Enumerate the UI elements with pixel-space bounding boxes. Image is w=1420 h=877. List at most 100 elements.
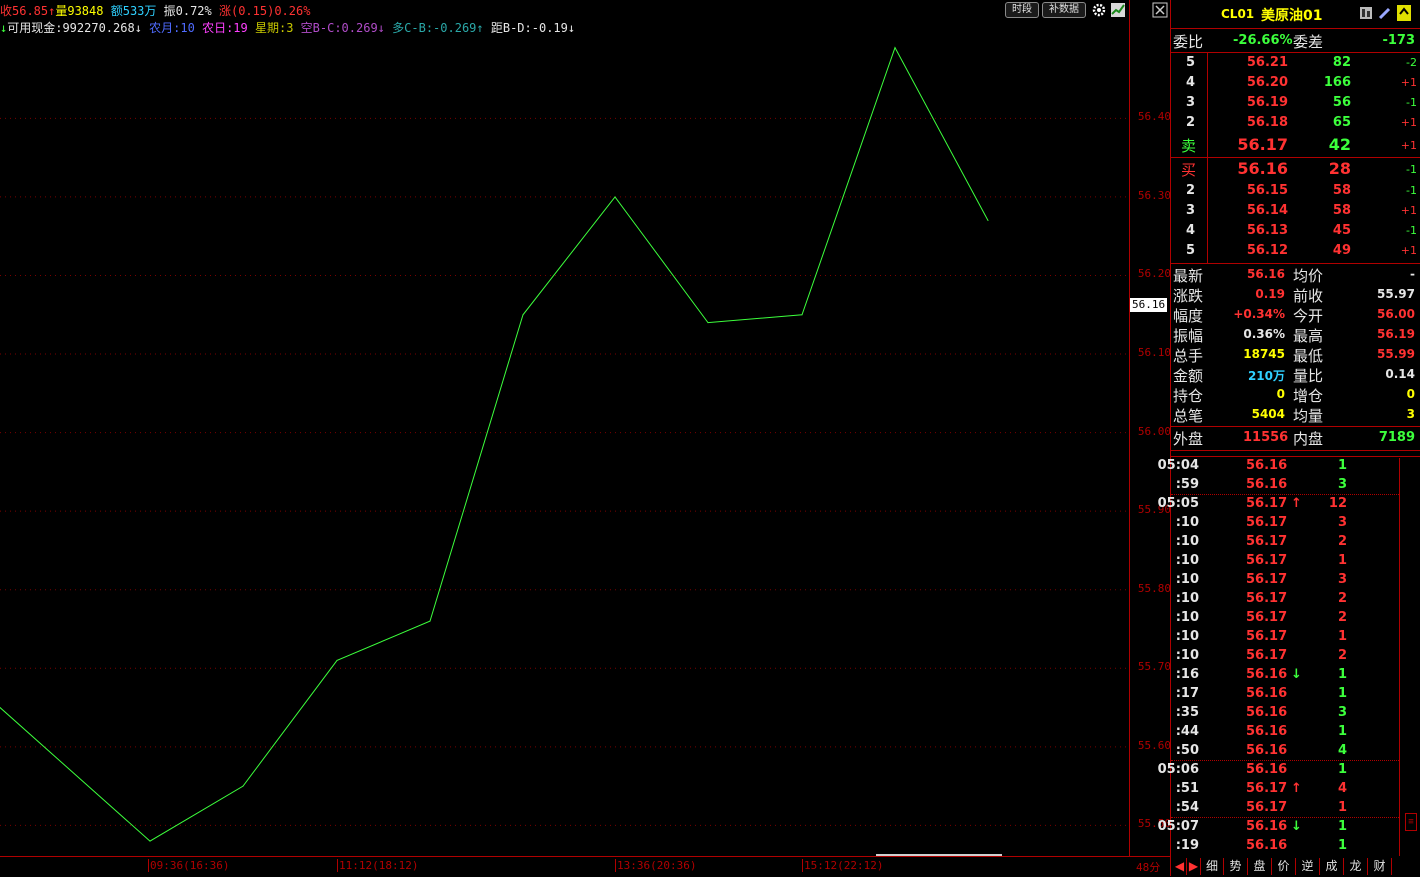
x-tick-label: 11:12(18:12) bbox=[337, 859, 419, 872]
panel-tab[interactable]: 势 bbox=[1224, 858, 1248, 875]
level-change: -2 bbox=[1406, 56, 1417, 69]
level-volume: 65 bbox=[1332, 115, 1351, 130]
level-change: -1 bbox=[1406, 184, 1417, 197]
inner-label: 内盘 bbox=[1293, 430, 1324, 448]
panel-tab[interactable]: 财 bbox=[1368, 858, 1392, 875]
tick-row[interactable]: :10 56.17 1 bbox=[1171, 552, 1399, 571]
tick-row[interactable]: 05:07 56.16 ↓ 1 bbox=[1158, 818, 1399, 837]
tick-volume: 2 bbox=[1337, 534, 1347, 549]
level-volume: 82 bbox=[1332, 55, 1351, 70]
stat-value: 55.97 bbox=[1377, 287, 1415, 301]
stat-value: - bbox=[1410, 267, 1415, 281]
tick-row[interactable]: :51 56.17 ↑ 4 bbox=[1171, 780, 1399, 799]
tick-volume: 2 bbox=[1337, 610, 1347, 625]
level-label: 卖 bbox=[1181, 137, 1197, 155]
stat-value: 18745 bbox=[1243, 347, 1285, 361]
order-level-row[interactable]: 卖 56.17 42 +1 bbox=[1171, 135, 1420, 155]
price-point bbox=[987, 219, 989, 221]
weibi-value: -26.66% bbox=[1233, 33, 1293, 48]
level-volume: 58 bbox=[1332, 183, 1351, 198]
x-tick-label: 13:36(20:36) bbox=[615, 859, 697, 872]
stat-row: 总笔 5404 均量 3 bbox=[1171, 405, 1420, 425]
tick-time: 05:07 bbox=[1157, 819, 1199, 834]
scroll-thumb[interactable]: ≡ bbox=[1405, 813, 1417, 831]
tick-row[interactable]: :59 56.16 3 bbox=[1171, 476, 1399, 495]
arrow-down-icon: ↓ bbox=[1291, 667, 1302, 682]
tick-time: 05:04 bbox=[1157, 458, 1199, 473]
order-level-row[interactable]: 3 56.14 58 +1 bbox=[1171, 201, 1420, 221]
intraday-chart[interactable]: 收56.85↑量93848 额533万 振0.72% 涨(0.15)0.26% … bbox=[0, 0, 1168, 856]
tick-time: :10 bbox=[1175, 534, 1199, 549]
stat-label: 量比 bbox=[1293, 367, 1324, 385]
grid-icon[interactable] bbox=[1359, 6, 1373, 20]
stat-label: 金额 bbox=[1173, 367, 1204, 385]
level-price: 56.16 bbox=[1237, 159, 1288, 178]
tick-row[interactable]: :44 56.16 1 bbox=[1171, 723, 1399, 742]
tick-volume: 4 bbox=[1337, 781, 1347, 796]
tick-row[interactable]: :50 56.16 4 bbox=[1171, 742, 1399, 761]
panel-tab[interactable]: 成 bbox=[1320, 858, 1344, 875]
tick-row[interactable]: :35 56.16 3 bbox=[1171, 704, 1399, 723]
panel-tab[interactable]: 价 bbox=[1272, 858, 1296, 875]
panel-tab[interactable]: ◀ bbox=[1173, 858, 1187, 875]
tick-time: :10 bbox=[1175, 515, 1199, 530]
tick-row[interactable]: :10 56.17 1 bbox=[1171, 628, 1399, 647]
panel-tab[interactable]: 龙 bbox=[1344, 858, 1368, 875]
tick-volume: 3 bbox=[1337, 572, 1347, 587]
panel-tab[interactable]: 逆 bbox=[1296, 858, 1320, 875]
stat-label: 幅度 bbox=[1173, 307, 1204, 325]
stat-value: 0 bbox=[1276, 387, 1285, 401]
level-price: 56.19 bbox=[1246, 95, 1288, 110]
tick-volume: 1 bbox=[1337, 686, 1347, 701]
order-level-row[interactable]: 3 56.19 56 -1 bbox=[1171, 93, 1420, 113]
tick-scrollbar[interactable]: ≡ bbox=[1399, 458, 1420, 856]
tick-volume: 1 bbox=[1337, 800, 1347, 815]
tick-row[interactable]: 05:04 56.16 1 bbox=[1158, 457, 1399, 476]
tick-price: 56.16 bbox=[1246, 705, 1288, 720]
scroll-up-icon[interactable] bbox=[1397, 5, 1411, 21]
order-level-row[interactable]: 5 56.21 82 -2 bbox=[1171, 53, 1420, 73]
panel-tab[interactable]: 盘 bbox=[1248, 858, 1272, 875]
stat-value: 55.99 bbox=[1377, 347, 1415, 361]
pen-icon[interactable] bbox=[1378, 6, 1392, 20]
tick-row[interactable]: :10 56.17 2 bbox=[1171, 533, 1399, 552]
tick-row[interactable]: 05:06 56.16 1 bbox=[1158, 761, 1399, 780]
level-change: -1 bbox=[1406, 163, 1417, 176]
tick-row[interactable]: :10 56.17 2 bbox=[1171, 609, 1399, 628]
tick-row[interactable]: :17 56.16 1 bbox=[1171, 685, 1399, 704]
tick-row[interactable]: :54 56.17 1 bbox=[1171, 799, 1399, 818]
level-volume: 28 bbox=[1328, 159, 1351, 178]
tick-volume: 1 bbox=[1337, 458, 1347, 473]
order-level-row[interactable]: 2 56.15 58 -1 bbox=[1171, 181, 1420, 201]
tick-price: 56.17 bbox=[1246, 800, 1288, 815]
level-price: 56.18 bbox=[1246, 115, 1288, 130]
panel-tab-bar: ◀ ▶ 细势盘价逆成龙财 bbox=[1171, 858, 1420, 876]
tick-row[interactable]: 05:05 56.17 ↑ 12 bbox=[1158, 495, 1399, 514]
tick-row[interactable]: :10 56.17 3 bbox=[1171, 514, 1399, 533]
tick-volume: 1 bbox=[1337, 629, 1347, 644]
tick-row[interactable]: :19 56.16 1 bbox=[1171, 837, 1399, 856]
tick-list[interactable]: 05:04 56.16 1:59 56.16 3 05:05 56.17 ↑ 12:10 56.1… bbox=[1158, 457, 1399, 856]
level-volume: 45 bbox=[1332, 223, 1351, 238]
tick-row[interactable]: :10 56.17 2 bbox=[1171, 647, 1399, 666]
tick-price: 56.17 bbox=[1246, 496, 1288, 511]
order-level-row[interactable]: 4 56.20 166 +1 bbox=[1171, 73, 1420, 93]
price-point bbox=[149, 840, 151, 842]
level-change: +1 bbox=[1400, 204, 1417, 217]
stat-label: 均价 bbox=[1293, 267, 1324, 285]
tick-row[interactable]: :10 56.17 3 bbox=[1171, 571, 1399, 590]
level-price: 56.21 bbox=[1246, 55, 1288, 70]
order-level-row[interactable]: 买 56.16 28 -1 bbox=[1171, 159, 1420, 179]
tick-row[interactable]: :16 56.16 ↓ 1 bbox=[1171, 666, 1399, 685]
order-level-row[interactable]: 5 56.12 49 +1 bbox=[1171, 241, 1420, 261]
panel-tab[interactable]: ▶ bbox=[1187, 858, 1201, 875]
order-level-row[interactable]: 2 56.18 65 +1 bbox=[1171, 113, 1420, 133]
tick-volume: 1 bbox=[1337, 838, 1347, 853]
panel-tab[interactable]: 细 bbox=[1201, 858, 1224, 875]
tick-volume: 1 bbox=[1337, 667, 1347, 682]
tick-row[interactable]: :10 56.17 2 bbox=[1171, 590, 1399, 609]
tick-time: :50 bbox=[1175, 743, 1199, 758]
order-level-row[interactable]: 4 56.13 45 -1 bbox=[1171, 221, 1420, 241]
weicha-label: 委差 bbox=[1293, 33, 1324, 51]
symbol-code: CL01 bbox=[1221, 7, 1255, 21]
